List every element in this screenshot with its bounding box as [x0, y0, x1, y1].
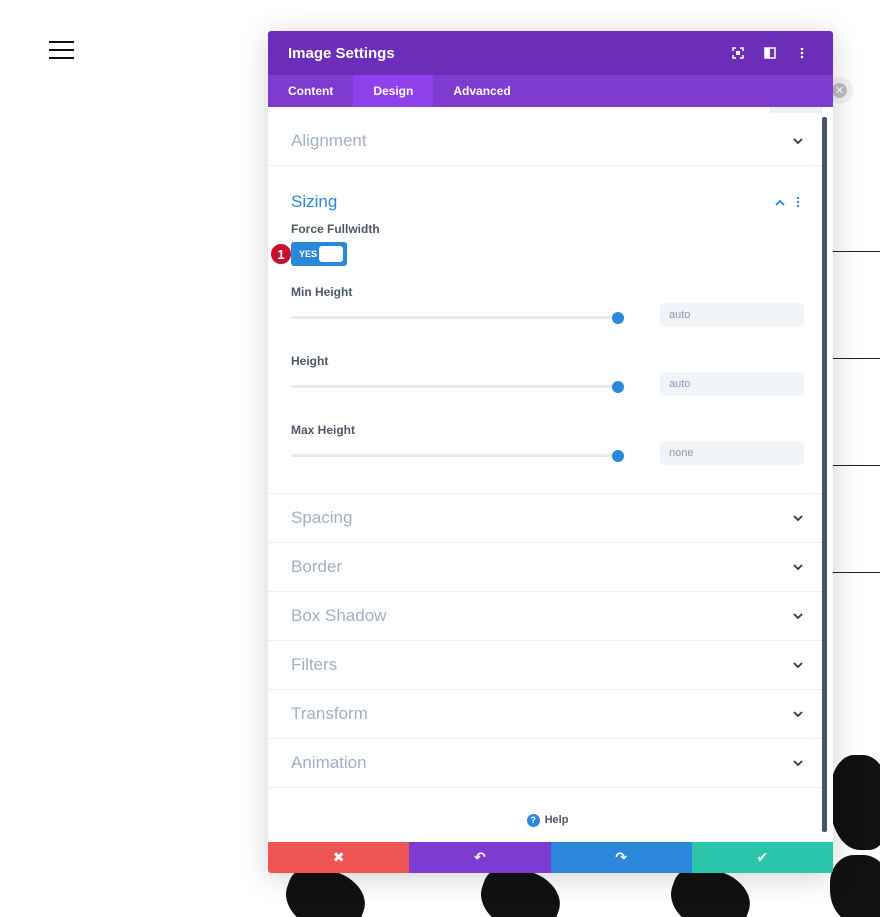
- background-image-blob: [830, 855, 880, 917]
- max-height-range: [291, 441, 804, 469]
- section-title: Animation: [291, 753, 367, 772]
- tab-advanced[interactable]: Advanced: [433, 75, 530, 107]
- undo-button[interactable]: ↶: [409, 842, 551, 873]
- min-height-range: [291, 303, 804, 331]
- chevron-up-icon[interactable]: [774, 196, 786, 208]
- cancel-button[interactable]: ✖: [268, 842, 410, 873]
- modal-footer: ✖ ↶ ↷ ✔: [268, 842, 833, 873]
- section-title: Alignment: [291, 131, 367, 150]
- section-filters-header[interactable]: Filters: [268, 641, 827, 689]
- more-vertical-icon[interactable]: [792, 196, 804, 208]
- section-transform: Transform: [268, 690, 827, 739]
- max-height-slider[interactable]: [291, 450, 624, 462]
- section-alignment: Alignment: [268, 117, 827, 166]
- divider-line: [833, 251, 880, 252]
- section-box-shadow: Box Shadow: [268, 592, 827, 641]
- section-title: Spacing: [291, 508, 353, 527]
- help-link[interactable]: ? Help: [526, 813, 569, 827]
- force-fullwidth-toggle[interactable]: YES: [291, 242, 347, 266]
- section-spacing: Spacing: [268, 494, 827, 543]
- chevron-down-icon[interactable]: [792, 135, 804, 147]
- step-badge: 1: [270, 243, 292, 265]
- toggle-wrapper: 1 YES: [270, 242, 804, 266]
- field-label: Force Fullwidth: [291, 222, 380, 236]
- section-title: Sizing: [291, 192, 338, 211]
- slider-thumb[interactable]: [612, 312, 624, 324]
- more-vertical-icon[interactable]: [791, 42, 813, 64]
- settings-panel: Alignment Sizing Force Fullwidth 1 YES M…: [268, 107, 827, 842]
- redo-button[interactable]: ↷: [550, 842, 692, 873]
- collapsed-section-stub: [769, 107, 823, 113]
- field-label: Height: [291, 354, 329, 368]
- divider-line: [833, 572, 880, 573]
- background-image-blob: [830, 755, 880, 850]
- chevron-down-icon[interactable]: [792, 512, 804, 524]
- section-spacing-header[interactable]: Spacing: [268, 494, 827, 542]
- modal-title: Image Settings: [288, 44, 395, 62]
- height-range: [291, 372, 804, 400]
- modal-header: Image Settings: [268, 31, 833, 75]
- tab-bar: Content Design Advanced: [268, 75, 833, 107]
- expand-icon[interactable]: [727, 42, 749, 64]
- toggle-label: YES: [299, 249, 318, 259]
- section-animation-header[interactable]: Animation: [268, 739, 827, 787]
- section-sizing: Sizing Force Fullwidth 1 YES Min Height: [268, 166, 827, 494]
- height-field: Height: [268, 354, 827, 400]
- toggle-knob: [319, 246, 343, 262]
- help-icon: ?: [526, 813, 540, 827]
- max-height-field: Max Height: [268, 423, 827, 469]
- section-animation: Animation: [268, 739, 827, 788]
- tab-content[interactable]: Content: [268, 75, 353, 107]
- divider-line: [833, 465, 880, 466]
- section-title: Filters: [291, 655, 338, 674]
- section-title: Transform: [291, 704, 368, 723]
- chevron-down-icon[interactable]: [792, 610, 804, 622]
- height-input[interactable]: [660, 372, 804, 396]
- hamburger-menu-icon[interactable]: [49, 41, 74, 59]
- min-height-field: Min Height: [268, 285, 827, 331]
- help-label: Help: [544, 814, 569, 826]
- section-transform-header[interactable]: Transform: [268, 690, 827, 738]
- section-border-header[interactable]: Border: [268, 543, 827, 591]
- slider-thumb[interactable]: [612, 381, 624, 393]
- field-label: Max Height: [291, 423, 356, 437]
- section-filters: Filters: [268, 641, 827, 690]
- divider-line: [833, 358, 880, 359]
- height-slider[interactable]: [291, 381, 624, 393]
- section-box-shadow-header[interactable]: Box Shadow: [268, 592, 827, 640]
- section-sizing-header[interactable]: Sizing: [268, 166, 827, 230]
- section-title: Border: [291, 557, 343, 576]
- max-height-input[interactable]: [660, 441, 804, 465]
- section-alignment-header[interactable]: Alignment: [268, 117, 827, 165]
- chevron-down-icon[interactable]: [792, 659, 804, 671]
- force-fullwidth-field: Force Fullwidth 1 YES: [268, 222, 827, 266]
- scrollbar[interactable]: [822, 117, 827, 832]
- section-border: Border: [268, 543, 827, 592]
- tab-design[interactable]: Design: [353, 75, 434, 107]
- chevron-down-icon[interactable]: [792, 757, 804, 769]
- slider-thumb[interactable]: [612, 450, 624, 462]
- save-button[interactable]: ✔: [691, 842, 833, 873]
- field-label: Min Height: [291, 285, 353, 299]
- min-height-slider[interactable]: [291, 312, 624, 324]
- chevron-down-icon[interactable]: [792, 708, 804, 720]
- chevron-down-icon[interactable]: [792, 561, 804, 573]
- sidebar-layout-icon[interactable]: [759, 42, 781, 64]
- section-title: Box Shadow: [291, 606, 387, 625]
- min-height-input[interactable]: [660, 303, 804, 327]
- image-settings-modal: Image Settings Content Design Advanced A…: [268, 31, 833, 873]
